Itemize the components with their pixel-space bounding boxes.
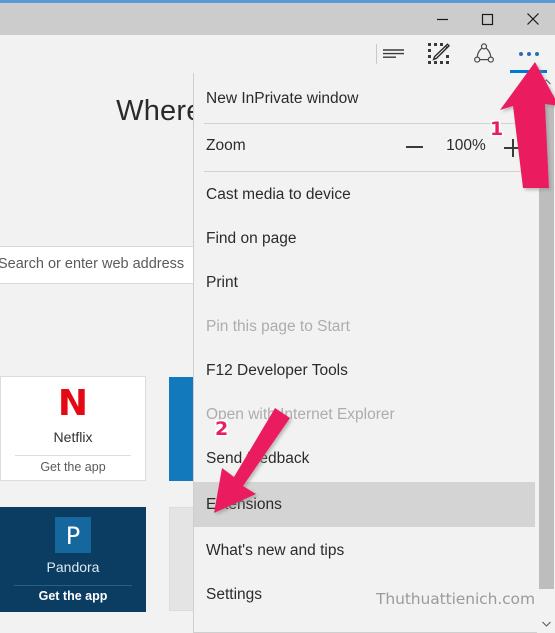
menu-item-print[interactable]: Print — [194, 261, 534, 305]
pandora-logo: P — [55, 517, 91, 553]
settings-and-more-menu: New InPrivate window Zoom 100% Cast medi… — [193, 73, 555, 633]
tile-divider — [15, 455, 131, 456]
toolbar-icon-group — [371, 35, 551, 73]
tile-pandora[interactable]: P Pandora Get the app — [0, 507, 146, 612]
scrollbar-thumb[interactable] — [539, 95, 554, 589]
tile-partial-blue[interactable] — [169, 377, 195, 481]
close-button[interactable] — [510, 3, 555, 35]
pandora-logo-letter: P — [65, 522, 81, 550]
menu-item-label: Send feedback — [206, 450, 310, 467]
menu-item-find-on-page[interactable]: Find on page — [194, 217, 534, 261]
maximize-button[interactable] — [465, 3, 510, 35]
browser-window: Where to n Search or enter web address N… — [0, 0, 555, 633]
window-controls — [420, 3, 555, 35]
menu-item-label: Cast media to device — [206, 186, 351, 203]
zoom-level-value: 100% — [446, 137, 486, 154]
menu-item-whats-new-and-tips[interactable]: What's new and tips — [194, 529, 534, 573]
more-button[interactable] — [506, 35, 551, 73]
web-note-button[interactable] — [416, 35, 461, 73]
page-title: Where to n — [116, 95, 195, 127]
menu-item-new-inprivate-window[interactable]: New InPrivate window — [194, 77, 534, 121]
watermark: Thuthuattienich.com — [376, 590, 535, 608]
tile-netflix[interactable]: N Netflix Get the app — [0, 376, 146, 481]
annotation-badge-1: 1 — [490, 118, 504, 140]
tile-cta[interactable]: Get the app — [1, 460, 145, 474]
menu-item-cast-media-to-device[interactable]: Cast media to device — [194, 173, 534, 217]
scroll-up-arrow-icon[interactable] — [537, 73, 555, 91]
menu-separator — [204, 123, 524, 124]
netflix-logo: N — [57, 383, 89, 424]
web-note-icon — [427, 43, 450, 65]
menu-item-label: Extensions — [206, 495, 282, 513]
menu-item-send-feedback[interactable]: Send feedback — [194, 437, 534, 481]
menu-item-open-with-internet-explorer: Open with Internet Explorer — [194, 393, 534, 437]
annotation-badge-2: 2 — [215, 418, 229, 440]
reading-view-button[interactable] — [371, 35, 416, 73]
menu-scrollbar[interactable] — [537, 73, 555, 633]
menu-item-label: Zoom — [206, 137, 246, 154]
menu-item-label: Settings — [206, 586, 263, 603]
share-button[interactable] — [461, 35, 506, 73]
menu-item-zoom[interactable]: Zoom 100% — [194, 125, 534, 169]
new-tab-page: Where to n Search or enter web address N… — [0, 73, 195, 633]
menu-item-pin-this-page-to-start: Pin this page to Start — [194, 305, 534, 349]
tile-partial-gray[interactable] — [169, 507, 195, 611]
scroll-down-arrow-icon[interactable] — [537, 615, 555, 633]
menu-item-label: New InPrivate window — [206, 90, 359, 107]
menu-item-label: What's new and tips — [206, 542, 345, 559]
address-bar-placeholder: Search or enter web address — [0, 256, 185, 272]
zoom-in-button[interactable] — [504, 138, 524, 158]
menu-item-label: Print — [206, 274, 238, 291]
tile-divider — [14, 585, 132, 586]
menu-item-f12-developer-tools[interactable]: F12 Developer Tools — [194, 349, 534, 393]
more-icon — [518, 52, 539, 56]
menu-item-extensions[interactable]: Extensions — [194, 482, 535, 527]
reading-view-icon — [382, 46, 406, 62]
address-bar[interactable]: Search or enter web address — [0, 246, 195, 284]
tile-label: Pandora — [46, 559, 100, 575]
menu-item-label: Find on page — [206, 230, 297, 247]
zoom-out-button[interactable] — [406, 146, 423, 148]
share-icon — [473, 43, 495, 65]
minimize-button[interactable] — [420, 3, 465, 35]
tile-label: Netflix — [53, 429, 93, 445]
menu-item-label: F12 Developer Tools — [206, 362, 348, 379]
tile-cta[interactable]: Get the app — [0, 589, 146, 603]
menu-item-label: Pin this page to Start — [206, 318, 350, 335]
menu-separator — [204, 171, 524, 172]
